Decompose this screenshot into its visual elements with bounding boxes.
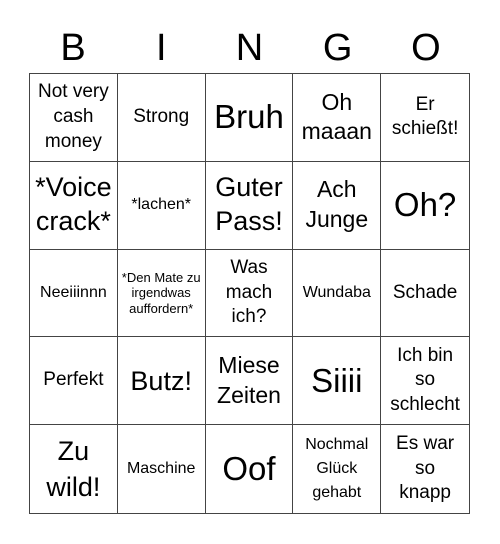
bingo-cell[interactable]: Ich bin so schlecht [381, 337, 469, 426]
bingo-cell[interactable]: Er schießt! [381, 74, 469, 162]
cell-text: Was mach ich? [225, 256, 273, 328]
bingo-cell[interactable]: Oh? [381, 162, 469, 250]
bingo-cell[interactable]: Miese Zeiten [205, 337, 294, 426]
header-letter-n: N [235, 27, 264, 69]
cell-text: Schade [392, 281, 458, 303]
bingo-cell[interactable]: *Den Mate zu irgendwas auffordern* [117, 249, 206, 338]
cell-text: Oh maaan [301, 88, 372, 145]
cell-text: Oh? [393, 185, 457, 223]
bingo-cell[interactable]: Was mach ich? [205, 249, 294, 338]
cell-text: Miese Zeiten [217, 351, 281, 408]
bingo-grid: Not very cash money Strong Bruh Oh maaan… [29, 73, 470, 514]
cell-text: Strong [133, 106, 190, 128]
bingo-cell[interactable]: Butz! [117, 337, 206, 426]
bingo-cell[interactable]: Wundaba [293, 249, 382, 338]
bingo-cell[interactable]: Neeiiinnn [30, 249, 118, 338]
cell-text: Ach Junge [305, 176, 369, 233]
header-letter-o: O [411, 27, 441, 69]
cell-text: *lachen* [131, 196, 191, 213]
cell-text: Maschine [126, 459, 196, 477]
cell-text: Bruh [214, 98, 284, 136]
cell-text: Es war so knapp [396, 433, 455, 504]
bingo-cell[interactable]: Nochmal Glück gehabt [293, 425, 382, 513]
bingo-cell[interactable]: Maschine [118, 425, 206, 513]
cell-text: Guter Pass! [215, 172, 283, 237]
cell-text: Wundaba [302, 283, 371, 301]
header-letter-i: I [156, 27, 167, 69]
cell-text: Siiii [311, 361, 363, 399]
cell-text: Zu wild! [46, 435, 101, 503]
bingo-cell[interactable]: Strong [117, 74, 206, 162]
bingo-cell[interactable]: Es war so knapp [381, 425, 469, 513]
bingo-cell[interactable]: Zu wild! [30, 425, 118, 513]
cell-text: Butz! [130, 365, 192, 396]
cell-text: Not very cash money [38, 81, 109, 152]
cell-text: Nochmal Glück gehabt [305, 436, 369, 502]
bingo-cell[interactable]: Schade [381, 250, 469, 338]
cell-text: Neeiiinnn [40, 283, 107, 301]
cell-text: Perfekt [43, 369, 104, 391]
cell-text: *Den Mate zu irgendwas auffordern* [121, 269, 201, 316]
bingo-cell[interactable]: Oof [206, 425, 294, 513]
bingo-cell[interactable]: Perfekt [30, 337, 118, 426]
bingo-cell[interactable]: *Voice crack* [30, 161, 118, 250]
bingo-cell[interactable]: Ach Junge [293, 161, 382, 250]
bingo-cell[interactable]: Siiii [293, 337, 382, 426]
bingo-cell[interactable]: Guter Pass! [205, 161, 294, 250]
cell-text: Er schießt! [391, 93, 459, 140]
bingo-header: B I N G O [29, 22, 470, 74]
cell-text: *Voice crack* [35, 172, 112, 237]
header-letter-g: G [322, 27, 353, 69]
header-letter-b: B [60, 27, 86, 69]
bingo-cell[interactable]: Not very cash money [30, 74, 118, 162]
cell-text: Oof [222, 449, 276, 487]
cell-text: Ich bin so schlecht [390, 344, 460, 416]
bingo-cell[interactable]: Bruh [205, 74, 294, 162]
bingo-cell[interactable]: *lachen* [117, 161, 206, 250]
bingo-cell[interactable]: Oh maaan [293, 74, 382, 162]
